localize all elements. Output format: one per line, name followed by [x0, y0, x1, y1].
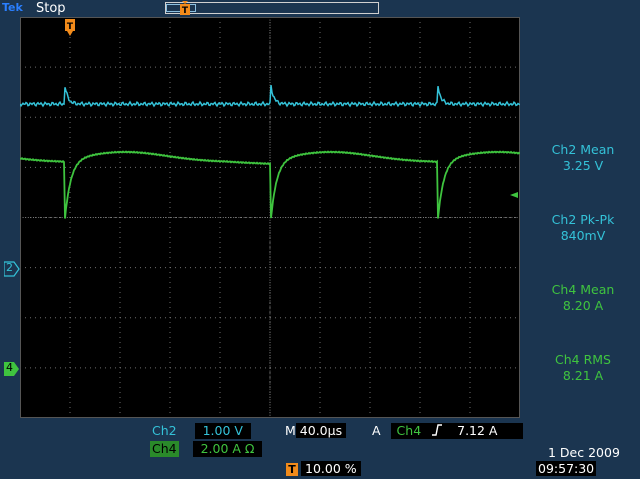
measurement-value: 840mV: [560, 228, 606, 243]
measurement-value: 8.20 A: [562, 298, 604, 313]
ch2-marker-label: 2: [6, 261, 13, 274]
date-readout: 1 Dec 2009: [548, 445, 620, 460]
measurement-name: Ch4 RMS: [555, 352, 611, 367]
record-length-bar: [165, 2, 379, 14]
ch4-marker-label: 4: [6, 361, 13, 374]
ch2-label: Ch2: [152, 423, 177, 438]
trigger-position-readout[interactable]: T 10.00 %: [286, 461, 376, 477]
measurement-name: Ch4 Mean: [551, 282, 615, 297]
measurement-ch2-mean[interactable]: Ch2 Mean 3.25 V: [528, 142, 638, 174]
measurement-value: 8.21 A: [562, 368, 604, 383]
measurement-ch4-mean[interactable]: Ch4 Mean 8.20 A: [528, 282, 638, 314]
rising-edge-icon: [432, 424, 443, 436]
measurement-value: 3.25 V: [562, 158, 604, 173]
ch4-waveform: [20, 150, 520, 219]
ch2-scale-readout[interactable]: Ch2 1.00 V: [150, 423, 280, 439]
graticule: T: [20, 17, 520, 418]
timebase-prefix: M: [285, 423, 296, 438]
ch2-waveform: [20, 85, 520, 108]
trigger-icon: T: [286, 463, 298, 476]
time-readout: 09:57:30: [536, 461, 597, 476]
measurement-ch2-pkpk[interactable]: Ch2 Pk-Pk 840mV: [528, 212, 638, 244]
ch4-label: Ch4: [150, 441, 179, 457]
svg-text:T: T: [67, 22, 74, 32]
measurement-name: Ch2 Mean: [551, 142, 615, 157]
svg-text:T: T: [182, 6, 189, 15]
trigger-position-value: 10.00 %: [301, 461, 361, 476]
trigger-settings-box: Ch4 7.12 A: [390, 423, 523, 439]
timebase-readout[interactable]: M 40.0µs: [285, 423, 365, 439]
ch4-amps-per-div: 2.00 A Ω: [192, 441, 263, 457]
time-value: 09:57:30: [536, 461, 597, 476]
measurement-name: Ch2 Pk-Pk: [551, 212, 615, 227]
status-bar: Tek Stop T: [0, 0, 640, 18]
brand-label: Tek: [2, 1, 23, 14]
trigger-source: Ch4: [396, 423, 422, 438]
timebase-value: 40.0µs: [295, 423, 347, 438]
acquisition-state[interactable]: Stop: [36, 1, 66, 16]
trigger-readout[interactable]: A Ch4 7.12 A: [372, 423, 524, 439]
trigger-mode: A: [372, 423, 381, 438]
ch4-scale-readout[interactable]: Ch4 2.00 A Ω: [150, 441, 280, 457]
waveform-display[interactable]: T: [20, 17, 520, 418]
trigger-level: 7.12 A: [457, 423, 498, 438]
ch2-volts-per-div: 1.00 V: [194, 423, 251, 439]
measurement-ch4-rms[interactable]: Ch4 RMS 8.21 A: [528, 352, 638, 384]
trigger-level-marker: [510, 192, 518, 198]
trigger-time-marker: T: [65, 19, 75, 36]
trigger-position-icon: T: [180, 1, 190, 15]
